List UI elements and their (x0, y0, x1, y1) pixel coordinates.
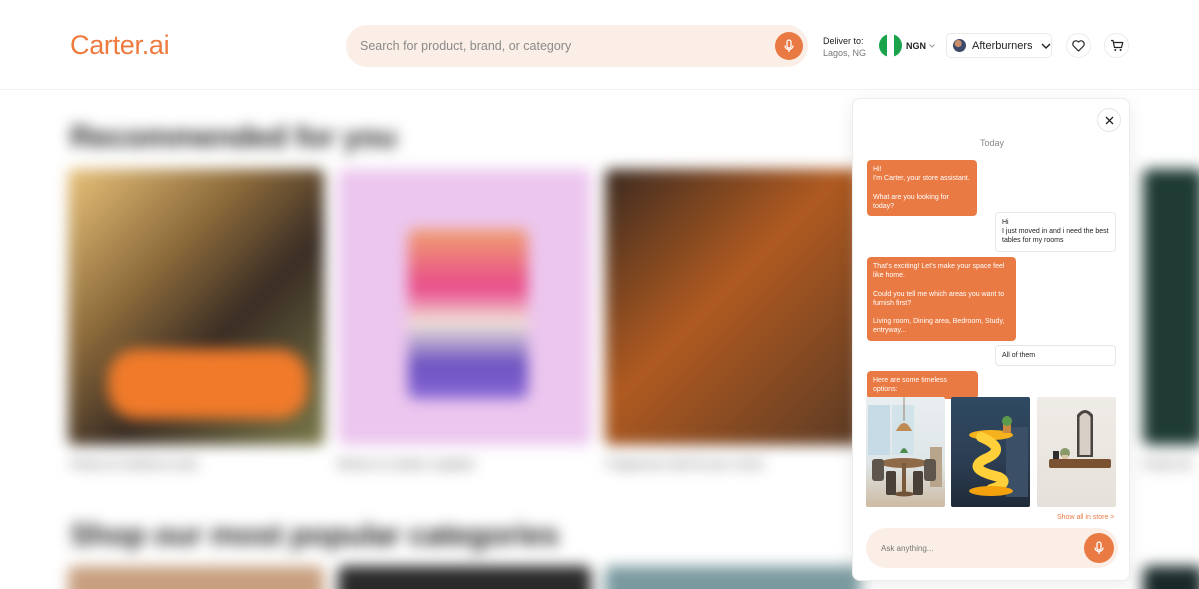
product-card-fragrance[interactable] (605, 169, 860, 445)
bot-message: Here are some timeless options: (867, 371, 978, 400)
category-card[interactable] (1143, 566, 1199, 589)
deliver-location: Lagos, NG (823, 48, 867, 58)
assistant-chat-panel: Today Hi! I'm Carter, your store assista… (852, 98, 1130, 581)
card-caption: Smart de (1143, 457, 1192, 471)
show-all-in-store-link[interactable]: Show all in store > (1057, 514, 1114, 521)
cart-icon (1110, 39, 1123, 51)
deliver-to[interactable]: Deliver to: Lagos, NG (823, 35, 866, 59)
brand-logo[interactable]: Carter.ai (70, 30, 170, 61)
product-card-fitness[interactable] (68, 169, 324, 445)
cart-button[interactable] (1104, 33, 1129, 58)
currency-selector[interactable]: NGN (906, 41, 935, 51)
close-chat-button[interactable] (1097, 108, 1121, 132)
account-name: Afterburners (972, 39, 1033, 52)
heart-icon (1072, 39, 1085, 52)
chat-day-label: Today (979, 138, 1005, 148)
card-caption: Fragrances that fit your mood (606, 457, 763, 471)
product-card-smart[interactable] (1143, 169, 1199, 445)
product-card-books[interactable] (338, 169, 591, 445)
wishlist-button[interactable] (1066, 33, 1091, 58)
category-card[interactable] (68, 566, 324, 589)
bot-message: Hi! I'm Carter, your store assistant. Wh… (867, 160, 977, 217)
product-thumb-glowing-side-table[interactable] (951, 397, 1030, 507)
nigeria-flag-icon[interactable] (879, 34, 902, 57)
card-caption: Fitness & wellness tools (70, 457, 199, 471)
user-message: All of them (995, 345, 1116, 367)
card-caption: Books & creative supplies (338, 457, 476, 471)
search-input[interactable] (360, 25, 760, 67)
microphone-icon (1094, 541, 1104, 554)
chevron-down-icon (929, 44, 935, 48)
product-thumb-dining-table[interactable] (866, 397, 945, 507)
bot-message: That's exciting! Let's make your space f… (867, 257, 1016, 341)
section-title-categories: Shop our most popular categories (70, 517, 559, 552)
user-message: Hi I just moved in and i need the best t… (995, 212, 1116, 252)
close-icon (1105, 116, 1113, 124)
category-card[interactable] (605, 566, 860, 589)
top-header: Carter.ai Deliver to: Lagos, NG NGN Afte… (0, 0, 1199, 90)
chevron-down-icon (1041, 43, 1051, 49)
product-thumb-floating-wall-console[interactable] (1037, 397, 1116, 507)
section-title-recommended: Recommended for you (70, 119, 397, 154)
currency-label: NGN (906, 41, 926, 51)
chat-input[interactable] (881, 528, 1071, 568)
voice-search-button[interactable] (775, 32, 803, 60)
category-card[interactable] (338, 566, 591, 589)
chat-voice-button[interactable] (1084, 533, 1114, 563)
chat-input-bar (866, 528, 1118, 568)
deliver-label: Deliver to: (823, 36, 864, 46)
account-menu[interactable]: Afterburners (946, 33, 1052, 58)
microphone-icon (784, 39, 794, 52)
avatar (953, 39, 966, 52)
search-bar (346, 25, 808, 67)
